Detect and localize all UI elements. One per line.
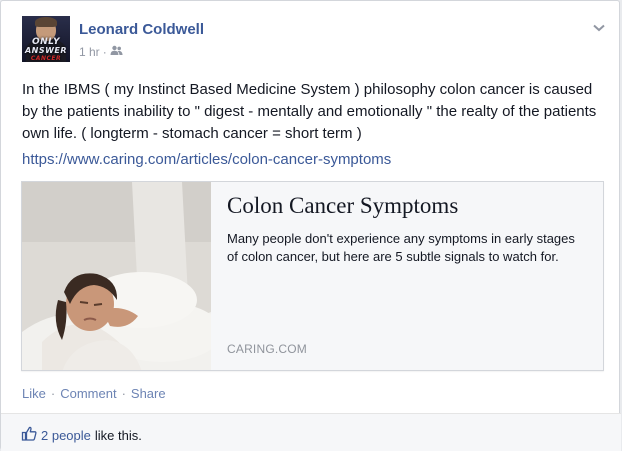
meta-separator: · xyxy=(102,45,107,59)
post-link[interactable]: https://www.caring.com/articles/colon-ca… xyxy=(22,150,391,170)
comment-button[interactable]: Comment xyxy=(60,386,116,401)
link-preview-image[interactable] xyxy=(22,182,211,370)
post-actions: Like · Comment · Share xyxy=(22,386,166,401)
action-separator: · xyxy=(50,386,56,401)
likes-bar: 2 people like this. xyxy=(1,413,621,451)
link-preview-title[interactable]: Colon Cancer Symptoms xyxy=(227,193,458,219)
post-card: ONLY ANSWER CANCER Leonard Coldwell 1 hr… xyxy=(0,0,621,451)
link-preview-body: Colon Cancer Symptoms Many people don't … xyxy=(227,182,592,370)
friends-icon[interactable] xyxy=(110,45,123,59)
avatar-text-2: ANSWER xyxy=(24,46,68,55)
link-preview-card[interactable]: Colon Cancer Symptoms Many people don't … xyxy=(21,181,604,371)
post-text: In the IBMS ( my Instinct Based Medicine… xyxy=(22,81,597,142)
like-button[interactable]: Like xyxy=(22,386,46,401)
action-separator: · xyxy=(121,386,126,401)
share-button[interactable]: Share xyxy=(131,386,166,401)
likes-people-link[interactable]: 2 people xyxy=(41,428,91,443)
author-name[interactable]: Leonard Coldwell xyxy=(79,21,204,38)
post-meta: 1 hr · xyxy=(79,45,123,59)
chevron-down-icon[interactable] xyxy=(593,19,605,32)
avatar-text-3: CANCER xyxy=(30,55,62,62)
author-avatar[interactable]: ONLY ANSWER CANCER xyxy=(22,16,70,62)
link-preview-description: Many people don't experience any symptom… xyxy=(227,231,575,264)
post-header: ONLY ANSWER CANCER Leonard Coldwell 1 hr… xyxy=(22,16,602,62)
thumbs-up-icon xyxy=(21,426,37,444)
likes-summary: 2 people like this. xyxy=(21,426,142,444)
post-timestamp[interactable]: 1 hr xyxy=(79,45,100,59)
likes-suffix: like this. xyxy=(94,427,142,443)
link-preview-domain: CARING.COM xyxy=(227,342,307,356)
